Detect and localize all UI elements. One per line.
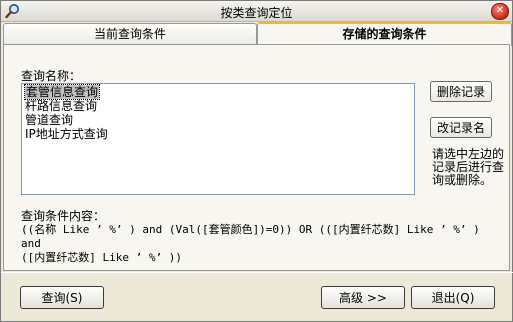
rename-record-button[interactable]: 改记录名 xyxy=(430,117,492,138)
close-button[interactable]: ✕ xyxy=(491,3,509,20)
close-icon: ✕ xyxy=(495,5,505,16)
list-item[interactable]: 管道查询 xyxy=(25,113,73,127)
query-locate-window: 按类查询定位 ✕ 当前查询条件 存储的查询条件 查询名称： 套管信息查询 杆路信… xyxy=(0,0,513,322)
saved-query-list[interactable]: 套管信息查询 杆路信息查询 管道查询 IP地址方式查询 xyxy=(21,83,415,195)
query-button[interactable]: 查询(S) xyxy=(20,286,104,309)
advanced-button[interactable]: 高级 >> xyxy=(321,286,405,309)
condition-content-label: 查询条件内容： xyxy=(21,209,106,223)
list-item[interactable]: IP地址方式查询 xyxy=(25,127,108,141)
list-item[interactable]: 杆路信息查询 xyxy=(25,99,97,113)
exit-button[interactable]: 退出(Q) xyxy=(411,286,495,309)
delete-record-button[interactable]: 删除记录 xyxy=(430,81,492,102)
window-title: 按类查询定位 xyxy=(220,6,293,20)
condition-content-text: ((名称 Like ’ %’ ) and (Val([套管颜色])=0)) OR… xyxy=(21,223,480,264)
tab-current-conditions[interactable]: 当前查询条件 xyxy=(3,23,257,45)
title-bar[interactable]: 按类查询定位 ✕ xyxy=(1,1,512,22)
saved-conditions-panel: 查询名称： 套管信息查询 杆路信息查询 管道查询 IP地址方式查询 删除记录 改… xyxy=(3,44,510,271)
list-item[interactable]: 套管信息查询 xyxy=(23,84,101,100)
footer-divider xyxy=(1,272,513,273)
hint-text: 请选中左边的记录后进行查询或删除。 xyxy=(432,147,505,187)
query-name-label: 查询名称： xyxy=(21,69,82,83)
tab-saved-conditions[interactable]: 存储的查询条件 xyxy=(257,22,512,46)
